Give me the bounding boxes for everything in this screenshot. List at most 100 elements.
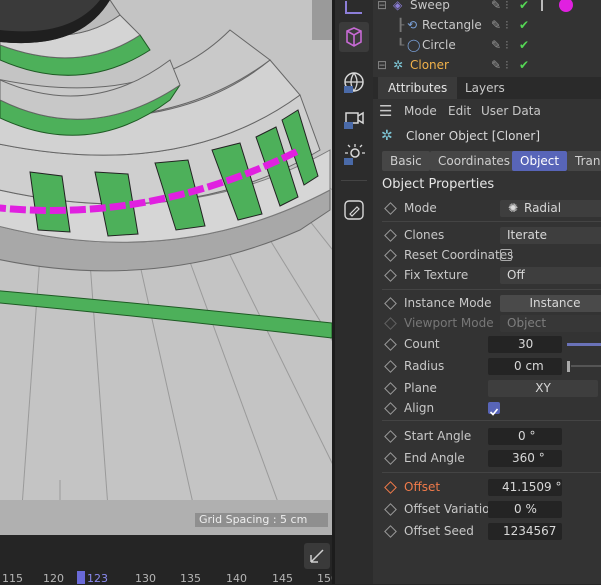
radius-slider[interactable] [571, 365, 601, 367]
manager-tabs: Attributes Layers [373, 77, 601, 99]
mode-dropdown[interactable]: ✺ Radial [500, 200, 601, 217]
keyframe-diamond-icon[interactable] [384, 202, 397, 215]
tab-object[interactable]: Object [512, 151, 568, 171]
keyframe-diamond-icon[interactable] [384, 503, 397, 516]
tab-attributes[interactable]: Attributes [378, 77, 458, 99]
keyframe-diamond-icon[interactable] [384, 297, 397, 310]
tab-coordinates[interactable]: Coordinates [430, 151, 519, 171]
edit-icon[interactable]: ✎ [491, 55, 501, 75]
keyframe-diamond-icon[interactable] [384, 430, 397, 443]
pen-icon [344, 200, 364, 220]
visibility-dots-icon[interactable]: ⁝ [505, 35, 509, 55]
radius-slider-handle[interactable] [567, 361, 570, 372]
keyframe-diamond-icon[interactable] [384, 402, 397, 415]
generator-tool-button[interactable] [339, 22, 369, 52]
attributes-menu-bar: ☰ Mode Edit User Data [373, 100, 601, 122]
keyframe-diamond-icon[interactable] [384, 269, 397, 282]
timeline-tick: 145 [272, 572, 293, 585]
instance-mode-dropdown[interactable]: Instance [500, 295, 601, 312]
tree-item-label: Rectangle [422, 18, 482, 32]
keyframe-diamond-icon[interactable] [384, 249, 397, 262]
count-slider[interactable] [567, 343, 601, 346]
count-input[interactable]: 30 [488, 336, 562, 353]
timeline[interactable]: 115 120 123 130 135 140 145 150 [0, 535, 338, 585]
keyframe-diamond-icon[interactable] [384, 525, 397, 538]
prop-offset-seed: Offset Seed 1234567 [373, 521, 601, 541]
timeline-tick: 135 [180, 572, 201, 585]
prop-reset-coordinates: Reset Coordinates [373, 245, 601, 265]
viewport[interactable]: Grid Spacing : 5 cm [0, 0, 332, 535]
tab-layers[interactable]: Layers [455, 77, 515, 99]
cloner-icon: ✲ [393, 58, 404, 72]
divider [382, 221, 601, 222]
keyframe-diamond-icon[interactable] [384, 452, 397, 465]
globe-tool-button[interactable] [339, 68, 369, 98]
fix-texture-dropdown[interactable]: Off [500, 267, 601, 284]
generator-cube-icon [346, 27, 362, 47]
spline-tool-button[interactable] [339, 0, 369, 24]
prop-label: Fix Texture [404, 268, 469, 282]
timeline-tick: 130 [135, 572, 156, 585]
visibility-dots-icon[interactable]: ⁝ [505, 0, 509, 15]
prop-fix-texture: Fix Texture Off [373, 265, 601, 285]
fit-timeline-button[interactable] [304, 543, 330, 569]
viewport-mode-dropdown: Object [500, 315, 601, 332]
tree-item-label: Sweep [410, 0, 450, 12]
keyframe-diamond-icon[interactable] [384, 382, 397, 395]
light-tool-button[interactable] [339, 140, 369, 170]
keyframe-diamond-icon[interactable] [384, 360, 397, 373]
edit-icon[interactable]: ✎ [491, 35, 501, 55]
prop-label: Start Angle [404, 429, 472, 443]
keyframe-diamond-icon[interactable] [384, 481, 397, 494]
hamburger-menu-icon[interactable]: ☰ [379, 100, 392, 122]
prop-viewport-mode: Viewport Mode Object [373, 313, 601, 333]
timeline-tick: 115 [2, 572, 23, 585]
menu-edit[interactable]: Edit [448, 100, 471, 122]
keyframe-diamond-icon[interactable] [384, 229, 397, 242]
edit-icon[interactable]: ✎ [491, 0, 501, 15]
offset-input[interactable]: 41.1509 ° [488, 479, 562, 496]
tree-row-sweep[interactable]: ⊟ ◈ Sweep ✎ ⁝ ✔ [373, 0, 601, 15]
prop-offset-variation: Offset Variation 0 % [373, 499, 601, 519]
circle-spline-icon: ◯ [407, 38, 421, 52]
end-angle-input[interactable]: 360 ° [488, 450, 562, 467]
prop-label: Offset Seed [404, 524, 474, 538]
clones-dropdown[interactable]: Iterate [500, 227, 601, 244]
material-tag-icon[interactable] [559, 0, 573, 12]
cloner-icon: ✲ [381, 128, 393, 144]
offset-seed-input[interactable]: 1234567 [488, 523, 562, 540]
visibility-dots-icon[interactable]: ⁝ [505, 55, 509, 75]
prop-mode: Mode ✺ Radial [373, 198, 601, 218]
visibility-dots-icon[interactable]: ⁝ [505, 15, 509, 35]
check-icon[interactable]: ✔ [519, 55, 529, 75]
section-title: Object Properties [382, 177, 495, 192]
menu-mode[interactable]: Mode [404, 100, 437, 122]
tree-row-circle[interactable]: ┖ ◯ Circle ✎ ⁝ ✔ [373, 35, 601, 55]
prop-label: Radius [404, 359, 445, 373]
current-frame-marker[interactable] [77, 571, 85, 584]
edit-icon[interactable]: ✎ [491, 15, 501, 35]
check-icon[interactable]: ✔ [519, 15, 529, 35]
grid-spacing-label: Grid Spacing : 5 cm [195, 513, 328, 527]
plane-dropdown[interactable]: XY [488, 380, 598, 397]
menu-user-data[interactable]: User Data [481, 100, 541, 122]
timeline-tick: 140 [226, 572, 247, 585]
pen-tool-button[interactable] [339, 195, 369, 225]
tool-icon-bar [335, 0, 373, 584]
radius-input[interactable]: 0 cm [488, 358, 562, 375]
tree-row-rectangle[interactable]: ┠ ⟲ Rectangle ✎ ⁝ ✔ [373, 15, 601, 35]
check-icon[interactable]: ✔ [519, 0, 529, 15]
reset-coordinates-checkbox[interactable] [500, 249, 512, 261]
keyframe-diamond-icon[interactable] [384, 338, 397, 351]
align-checkbox[interactable] [488, 402, 500, 416]
offset-variation-input[interactable]: 0 % [488, 501, 562, 518]
tab-transform[interactable]: Trans [567, 151, 601, 171]
tree-row-cloner[interactable]: ⊟ ✲ Cloner ✎ ⁝ ✔ [373, 55, 601, 75]
prop-label: Reset Coordinates [404, 248, 514, 262]
camera-tool-button[interactable] [339, 104, 369, 134]
check-icon[interactable]: ✔ [519, 35, 529, 55]
tab-basic[interactable]: Basic [382, 151, 430, 171]
start-angle-input[interactable]: 0 ° [488, 428, 562, 445]
tree-branch: ┖ [397, 38, 405, 52]
property-tabs: Basic Coordinates Object Trans [373, 151, 601, 171]
